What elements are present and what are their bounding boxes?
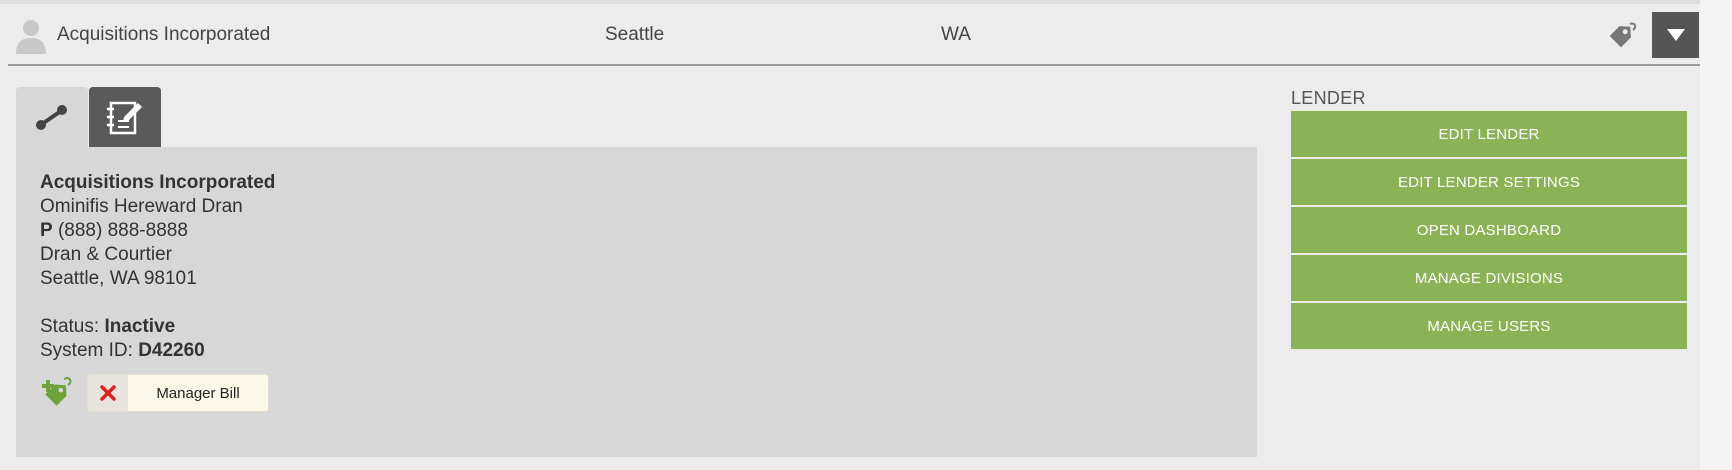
tag-icon[interactable] <box>1603 18 1639 54</box>
lender-details-panel: Acquisitions Incorporated Ominifis Herew… <box>16 147 1257 457</box>
contact-name: Ominifis Hereward Dran <box>40 196 243 217</box>
edit-lender-settings-button[interactable]: EDIT LENDER SETTINGS <box>1291 159 1687 205</box>
address-line: Dran & Courtier <box>40 244 172 265</box>
system-id-label: System ID: <box>40 340 133 361</box>
status-line: Status: Inactive <box>40 316 175 338</box>
status-label: Status: <box>40 316 100 337</box>
tab-notes[interactable] <box>89 87 161 147</box>
lender-section-title: LENDER <box>1291 88 1366 108</box>
open-dashboard-button[interactable]: OPEN DASHBOARD <box>1291 207 1687 253</box>
edit-lender-button[interactable]: EDIT LENDER <box>1291 111 1687 157</box>
phone-number: (888) 888-8888 <box>57 220 188 241</box>
remove-tag-button[interactable] <box>88 375 128 411</box>
app-frame: Acquisitions Incorporated Seattle WA Acq… <box>0 0 1700 470</box>
header-name: Acquisitions Incorporated <box>57 24 271 45</box>
connections-icon <box>36 105 67 130</box>
company-name: Acquisitions Incorporated <box>40 172 276 193</box>
header-divider <box>8 64 1700 66</box>
record-header[interactable]: Acquisitions Incorporated Seattle WA <box>0 4 1700 64</box>
phone-line: P (888) 888-8888 <box>40 220 188 242</box>
scrollbar-track[interactable] <box>1700 0 1732 470</box>
manage-divisions-button[interactable]: MANAGE DIVISIONS <box>1291 255 1687 301</box>
system-id-line: System ID: D42260 <box>40 340 205 362</box>
tag-chip: Manager Bill <box>88 375 268 411</box>
close-icon <box>100 385 116 401</box>
tag-chip-label: Manager Bill <box>156 384 240 402</box>
system-id-value: D42260 <box>138 340 205 361</box>
expand-menu-button[interactable] <box>1652 12 1699 58</box>
header-city: Seattle <box>605 24 665 45</box>
status-value: Inactive <box>104 316 176 337</box>
caret-down-icon <box>1666 29 1685 41</box>
phone-label: P <box>40 220 53 241</box>
add-tag-icon[interactable] <box>40 373 76 409</box>
user-avatar-icon <box>16 20 46 54</box>
manage-users-button[interactable]: MANAGE USERS <box>1291 303 1687 349</box>
notes-icon <box>107 101 142 135</box>
tab-connections[interactable] <box>16 87 88 147</box>
city-state-zip: Seattle, WA 98101 <box>40 268 197 289</box>
header-state: WA <box>941 24 971 45</box>
